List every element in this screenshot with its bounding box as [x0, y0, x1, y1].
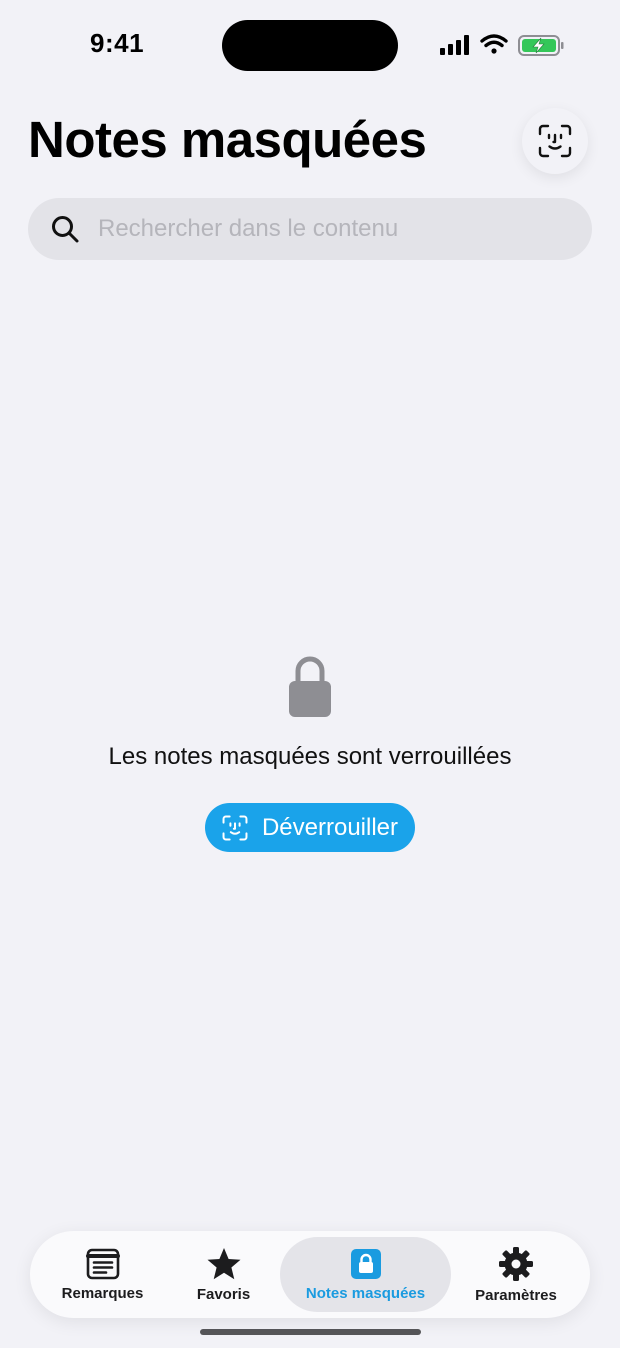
note-icon — [85, 1248, 120, 1279]
status-time: 9:41 — [90, 28, 145, 58]
tab-label: Remarques — [61, 1284, 144, 1302]
tab-label: Notes masquées — [305, 1284, 426, 1302]
dynamic-island — [222, 20, 398, 71]
star-icon — [207, 1247, 240, 1279]
search-icon — [52, 216, 79, 243]
unlock-button-label: Déverrouiller — [261, 813, 399, 841]
page-title: Notes masquées — [28, 111, 427, 168]
screen: 9:41 Notes masquées Rechercher dans le c… — [0, 0, 620, 1348]
wifi-icon — [480, 34, 508, 54]
tab-remarques[interactable]: Remarques — [30, 1231, 175, 1318]
faceid-icon — [538, 124, 572, 158]
locked-message: Les notes masquées sont verrouillées — [108, 743, 512, 770]
faceid-button[interactable] — [522, 108, 588, 174]
tab-notes-masquees[interactable]: Notes masquées — [280, 1231, 451, 1318]
tab-label: Paramètres — [475, 1286, 557, 1304]
tab-bar: Remarques Favoris Notes masquées Paramèt… — [30, 1231, 590, 1318]
search-input[interactable] — [96, 214, 570, 244]
tab-parametres[interactable]: Paramètres — [451, 1231, 581, 1318]
home-indicator — [200, 1329, 421, 1335]
lock-icon — [350, 1248, 381, 1279]
unlock-button[interactable]: Déverrouiller — [205, 803, 415, 852]
signal-icon — [440, 35, 469, 55]
tab-label: Favoris — [196, 1285, 251, 1303]
lock-icon — [289, 656, 331, 717]
tab-favoris[interactable]: Favoris — [160, 1231, 287, 1318]
faceid-icon — [222, 815, 248, 840]
battery-icon — [518, 35, 564, 56]
search-bar[interactable] — [28, 198, 592, 260]
status-icons — [438, 30, 568, 62]
gear-icon — [499, 1246, 533, 1281]
